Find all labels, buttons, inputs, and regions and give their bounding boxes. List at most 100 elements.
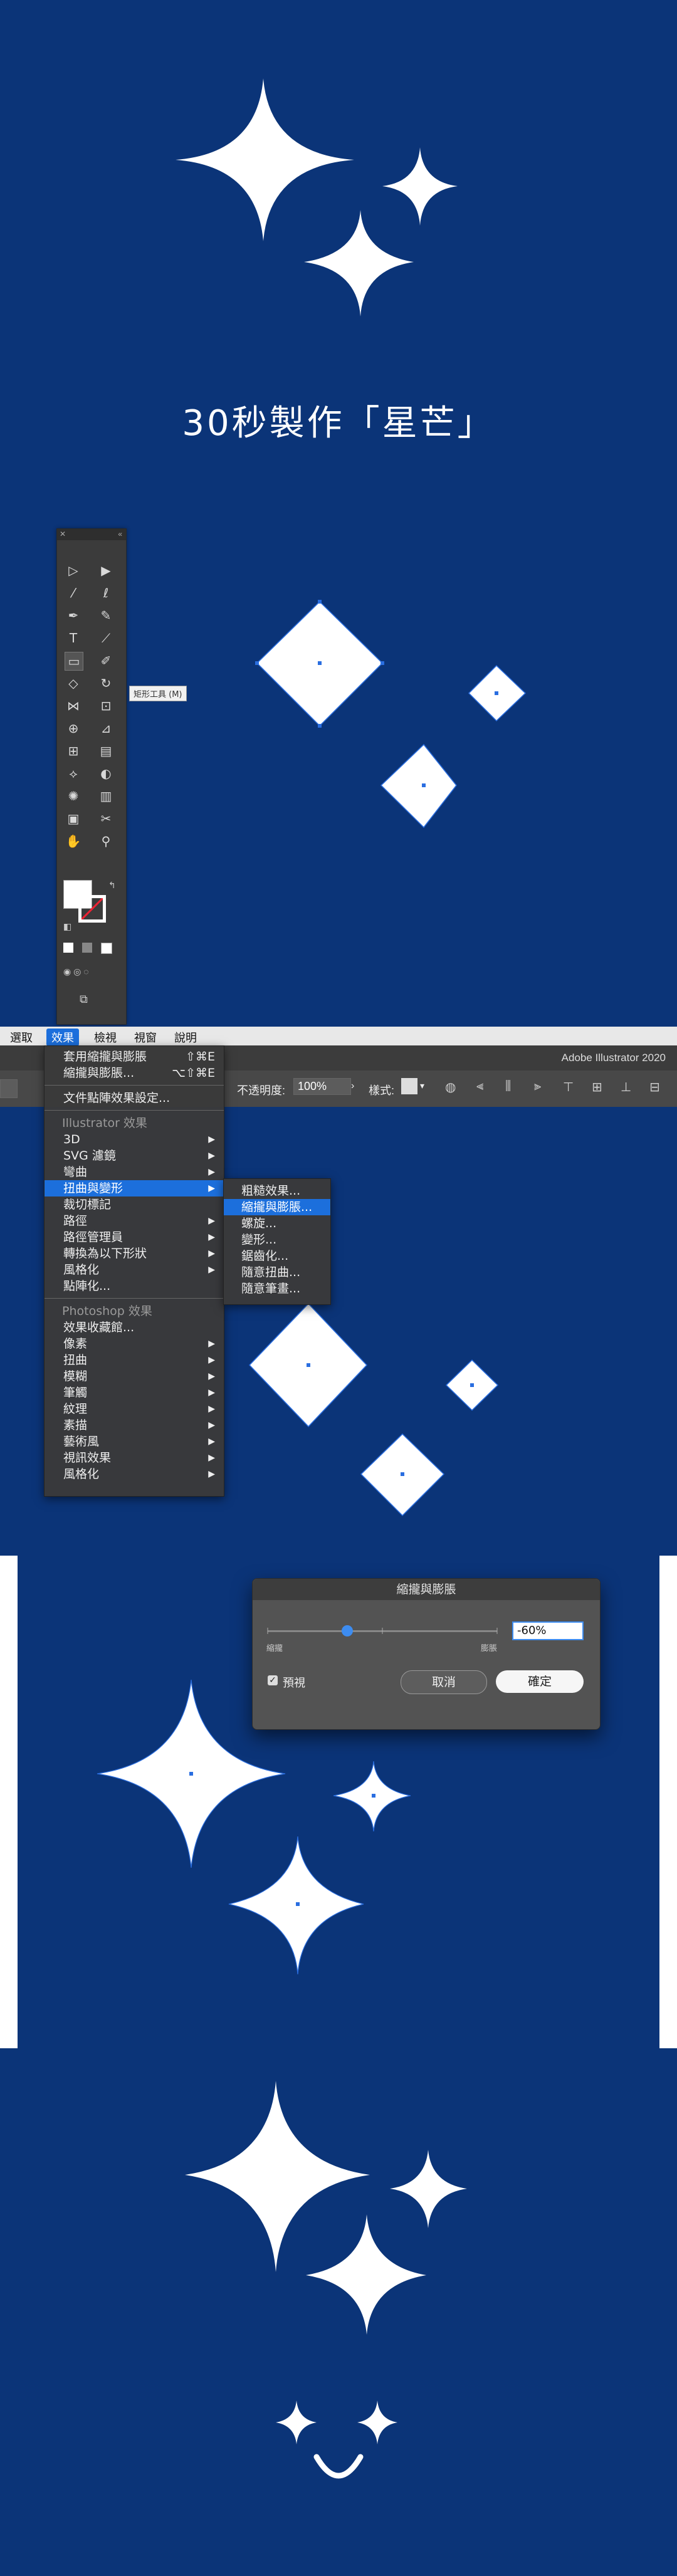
screen-mode-icon[interactable]: ⧉ — [80, 993, 88, 1006]
align-center-icon[interactable]: ⫼ — [505, 1079, 511, 1094]
menu-item-texture[interactable]: 紋理 ▶ — [45, 1401, 224, 1417]
symbol-sprayer-icon[interactable]: ✺ — [65, 787, 82, 805]
menu-item-distort-transform[interactable]: 扭曲與變形 ▶ — [45, 1180, 224, 1196]
ok-button[interactable]: 確定 — [496, 1670, 584, 1693]
graph-tool-icon[interactable]: ▥ — [97, 787, 115, 805]
menu-item-ps-stylize[interactable]: 風格化 ▶ — [45, 1466, 224, 1482]
menu-item-sketch[interactable]: 素描 ▶ — [45, 1417, 224, 1433]
artboard-tool-icon[interactable]: ▣ — [65, 810, 82, 827]
perspective-grid-icon[interactable]: ⊿ — [97, 720, 115, 737]
menu-item-apply-last[interactable]: 套用縮攏與膨脹 ⇧⌘E — [45, 1049, 224, 1065]
rotate-icon[interactable]: ↻ — [97, 674, 115, 692]
curvature-tool-icon[interactable]: ✎ — [97, 607, 115, 624]
style-swatch[interactable] — [401, 1078, 417, 1094]
none-mode-icon[interactable] — [101, 943, 112, 954]
submenu-item-twist[interactable]: 螺旋... — [224, 1215, 330, 1232]
eraser-icon[interactable]: ◇ — [65, 674, 82, 692]
eyedropper-icon[interactable]: ⟡ — [65, 765, 82, 782]
align-middle-icon[interactable]: ⊞ — [592, 1079, 602, 1095]
shape-builder-icon[interactable]: ⊕ — [65, 720, 82, 737]
direct-selection-icon[interactable]: ▶ — [97, 562, 115, 579]
submenu-arrow-icon: ▶ — [208, 1249, 215, 1259]
submenu-item-free-distort[interactable]: 隨意扭曲... — [224, 1264, 330, 1280]
recolor-icon[interactable]: ◍ — [445, 1079, 456, 1095]
menu-item-video[interactable]: 視訊效果 ▶ — [45, 1450, 224, 1466]
menu-window[interactable]: 視窗 — [129, 1029, 162, 1046]
menu-item-artistic[interactable]: 藝術風 ▶ — [45, 1433, 224, 1450]
menu-item-svg-filter[interactable]: SVG 濾鏡 ▶ — [45, 1148, 224, 1164]
menu-item-pathfinder[interactable]: 路徑管理員 ▶ — [45, 1229, 224, 1245]
menu-item-effect-gallery[interactable]: 效果收藏館... — [45, 1319, 224, 1336]
amount-input[interactable]: -60% — [512, 1621, 584, 1640]
stroke-swatch[interactable] — [78, 895, 106, 923]
submenu-item-zigzag[interactable]: 鋸齒化... — [224, 1248, 330, 1264]
star-small-icon — [390, 2150, 467, 2228]
submenu-item-tweak[interactable]: 隨意筆畫... — [224, 1280, 330, 1297]
submenu-arrow-icon: ▶ — [208, 1355, 215, 1365]
mesh-tool-icon[interactable]: ⊞ — [65, 742, 82, 760]
lasso-icon[interactable]: ℓ — [97, 584, 115, 602]
menu-item-rasterize[interactable]: 點陣化... — [45, 1278, 224, 1294]
draw-mode-icon[interactable]: ◉ ◎ ◌ — [63, 966, 89, 977]
menu-effect[interactable]: 效果 — [46, 1029, 79, 1046]
bloat-label: 膨脹 — [481, 1644, 498, 1653]
opacity-field[interactable]: 100% — [293, 1078, 351, 1095]
menu-item-crop-marks[interactable]: 裁切標記 — [45, 1196, 224, 1213]
menu-view[interactable]: 檢視 — [89, 1029, 122, 1046]
zoom-icon[interactable]: ⚲ — [97, 832, 115, 850]
submenu-item-roughen[interactable]: 粗糙效果... — [224, 1183, 330, 1199]
line-tool-icon[interactable]: ⟋ — [97, 629, 115, 647]
close-icon[interactable]: ✕ — [60, 530, 66, 538]
final-stars — [185, 2081, 467, 2479]
menu-item-last-effect[interactable]: 縮攏與膨脹... ⌥⇧⌘E — [45, 1065, 224, 1081]
color-mode-icon[interactable] — [63, 943, 73, 953]
cancel-button[interactable]: 取消 — [401, 1670, 487, 1694]
free-transform-icon[interactable]: ⊡ — [97, 697, 115, 715]
page: { "title": "30秒製作「星芒」", "tooltip": "矩形工具… — [0, 0, 677, 2576]
blend-tool-icon[interactable]: ◐ — [97, 765, 115, 782]
hand-icon[interactable]: ✋ — [65, 832, 82, 850]
default-colors-icon[interactable]: ◧ — [63, 921, 71, 932]
pen-tool-icon[interactable]: ✒ — [65, 607, 82, 624]
magic-wand-icon[interactable]: ⁄ — [65, 584, 82, 602]
submenu-arrow-icon: ▶ — [208, 1437, 215, 1447]
align-right-icon[interactable]: ⫸ — [534, 1079, 541, 1094]
menu-item-ps-distort[interactable]: 扭曲 ▶ — [45, 1352, 224, 1368]
menu-item-blur[interactable]: 模糊 ▶ — [45, 1368, 224, 1385]
collapse-icon[interactable]: « — [118, 530, 122, 538]
paintbrush-icon[interactable]: ✐ — [97, 652, 115, 669]
align-top-icon[interactable]: ⊤ — [563, 1079, 574, 1095]
width-tool-icon[interactable]: ⋈ — [65, 697, 82, 715]
gradient-mode-icon[interactable] — [82, 943, 92, 953]
type-tool-icon[interactable]: T — [65, 629, 82, 647]
menu-select[interactable]: 選取 — [5, 1029, 38, 1046]
menu-group-photoshop: Photoshop 效果 — [62, 1304, 152, 1318]
menu-item-pixelate[interactable]: 像素 ▶ — [45, 1336, 224, 1352]
menu-item-3d[interactable]: 3D ▶ — [45, 1131, 224, 1148]
submenu-item-pucker-bloat[interactable]: 縮攏與膨脹... — [224, 1199, 330, 1215]
chevron-down-icon[interactable]: ▾ — [420, 1081, 424, 1091]
slice-tool-icon[interactable]: ✂ — [97, 810, 115, 827]
selection-tool-icon[interactable]: ▷ — [65, 562, 82, 579]
fill-dropdown[interactable] — [0, 1079, 18, 1098]
checkbox-icon[interactable]: ✓ — [268, 1675, 278, 1685]
menu-help[interactable]: 說明 — [169, 1029, 202, 1046]
menu-item-convert-shape[interactable]: 轉換為以下形狀 ▶ — [45, 1245, 224, 1262]
menu-item-document-raster[interactable]: 文件點陣效果設定... — [45, 1090, 224, 1106]
rectangle-tool-icon[interactable]: ▭ — [65, 652, 83, 671]
menu-item-stylize[interactable]: 風格化 ▶ — [45, 1262, 224, 1278]
align-bottom-icon[interactable]: ⊥ — [621, 1079, 631, 1095]
tools-panel[interactable]: ✕ « ▷ ▶ ⁄ ℓ ✒ ✎ T ⟋ ▭ ✐ ◇ ↻ ⋈ ⊡ ⊕ ⊿ ⊞ ▤ ⟡… — [56, 528, 127, 1025]
swap-colors-icon[interactable]: ↰ — [108, 880, 116, 891]
align-left-icon[interactable]: ⫷ — [476, 1079, 483, 1094]
menu-item-brush-strokes[interactable]: 筆觸 ▶ — [45, 1385, 224, 1401]
menu-item-path[interactable]: 路徑 ▶ — [45, 1213, 224, 1229]
chevron-right-icon[interactable]: › — [351, 1081, 354, 1092]
effect-menu: 套用縮攏與膨脹 ⇧⌘E 縮攏與膨脹... ⌥⇧⌘E 文件點陣效果設定... Illu… — [44, 1045, 224, 1497]
tool-tooltip: 矩形工具 (M) — [129, 686, 187, 701]
slider-thumb[interactable] — [342, 1625, 353, 1636]
transform-icon[interactable]: ⊟ — [649, 1079, 660, 1095]
menu-item-warp[interactable]: 彎曲 ▶ — [45, 1164, 224, 1180]
submenu-item-transform[interactable]: 變形... — [224, 1232, 330, 1248]
gradient-tool-icon[interactable]: ▤ — [97, 742, 115, 760]
